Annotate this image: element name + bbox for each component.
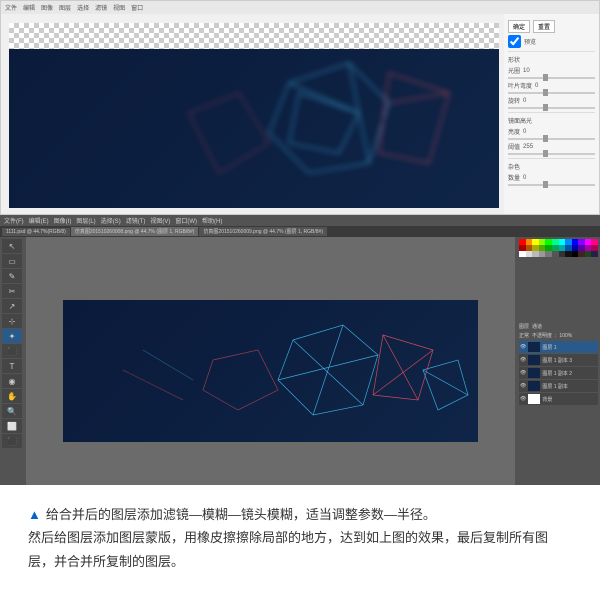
type-tool[interactable]: T [2,359,22,373]
rotation-slider[interactable] [508,107,595,109]
brush-tool[interactable]: ✦ [2,329,22,343]
brightness-value: 0 [523,129,526,135]
rotation-label: 旋转 [508,96,520,105]
channels-tab[interactable]: 通道 [532,323,542,330]
stamp-tool[interactable]: ⬛ [2,344,22,358]
menu-select[interactable]: 选择 [77,3,89,12]
menu-image[interactable]: 图像 [41,3,53,12]
menu-filter[interactable]: 滤镜 [95,3,107,12]
ps-edit[interactable]: 编辑(E) [29,216,49,225]
tools-palette: ↖ ▭ ✎ ✂ ↗ ⊹ ✦ ⬛ T ◉ ✋ 🔍 ⬜ ⬛ [0,237,24,485]
threshold-slider[interactable] [508,153,595,155]
ps-layer[interactable]: 图层(L) [76,216,95,225]
brightness-label: 亮度 [508,127,520,136]
ps-filter[interactable]: 滤镜(T) [126,216,146,225]
crop-tool[interactable]: ✂ [2,284,22,298]
amount-value: 0 [523,175,526,181]
brightness-slider[interactable] [508,138,595,140]
blade-value: 0 [535,83,538,89]
layer-name: 背景 [542,396,552,403]
layer-row[interactable]: 👁图层 1 副本 [519,380,598,392]
ps-window[interactable]: 窗口(W) [175,216,197,225]
tutorial-caption: ▲ 给合并后的图层添加滤镜—模糊—镜头模糊，适当调整参数—半径。 然后给图层添加图… [0,485,600,591]
layers-panel: 图层 通道 正常 不透明度:100% 👁图层 1 👁图层 1 副本 3 👁图层 … [519,323,598,405]
caption-line1: 给合并后的图层添加滤镜—模糊—镜头模糊，适当调整参数—半径。 [46,507,436,522]
color-swatches[interactable] [519,239,598,257]
amount-slider[interactable] [508,184,595,186]
menu-layer[interactable]: 图层 [59,3,71,12]
caption-line2: 然后给图层添加图层蒙版，用橡皮擦擦除局部的地方，达到如上图的效果，最后复制所有图… [28,526,572,573]
blade-label: 叶片弯度 [508,81,532,90]
menu-file[interactable]: 文件 [5,3,17,12]
ps-view[interactable]: 视图(V) [150,216,170,225]
bg-color[interactable]: ⬛ [2,434,22,448]
source-label: 光圈 [508,66,520,75]
tab-doc1[interactable]: 1111.psd @ 44.7%(RGB/8) [2,228,70,236]
amount-label: 数量 [508,173,520,182]
hand-tool[interactable]: ✋ [2,389,22,403]
layer-name: 图层 1 副本 3 [542,357,572,364]
threshold-value: 255 [523,144,533,150]
menu-view[interactable]: 视图 [113,3,125,12]
menu-edit[interactable]: 编辑 [23,3,35,12]
shape-label: 形状 [508,55,520,64]
eyedropper-tool[interactable]: ↗ [2,299,22,313]
marquee-tool[interactable]: ▭ [2,254,22,268]
photoshop-window: 文件(F) 编辑(E) 图像(I) 图层(L) 选择(S) 滤镜(T) 视图(V… [0,215,600,485]
ps-image[interactable]: 图像(I) [54,216,72,225]
layer-row[interactable]: 👁图层 1 副本 2 [519,367,598,379]
ps-file[interactable]: 文件(F) [4,216,24,225]
specular-label: 镜面高光 [508,116,532,125]
ps-right-panels: 图层 通道 正常 不透明度:100% 👁图层 1 👁图层 1 副本 3 👁图层 … [517,237,600,485]
radius-value: 10 [523,68,530,74]
healing-tool[interactable]: ⊹ [2,314,22,328]
layer-row[interactable]: 👁背景 [519,393,598,405]
blend-mode[interactable]: 正常 [519,332,529,339]
shape-tool[interactable]: ◉ [2,374,22,388]
zoom-tool[interactable]: 🔍 [2,404,22,418]
layer-name: 图层 1 副本 [542,383,568,390]
lasso-tool[interactable]: ✎ [2,269,22,283]
ps-workspace [26,237,515,485]
opacity-label: 不透明度 [532,332,552,339]
layer-row[interactable]: 👁图层 1 [519,341,598,353]
layer-name: 图层 1 副本 2 [542,370,572,377]
layer-row[interactable]: 👁图层 1 副本 3 [519,354,598,366]
menubar-ps: 文件(F) 编辑(E) 图像(I) 图层(L) 选择(S) 滤镜(T) 视图(V… [0,215,600,226]
geometric-artwork-blurred [9,23,499,208]
ps-select[interactable]: 选择(S) [101,216,121,225]
caption-marker-icon: ▲ [28,507,41,522]
tab-doc2[interactable]: 仿真图201510260008.png @ 44.7% (图层 1, RGB/8… [71,227,199,236]
move-tool[interactable]: ↖ [2,239,22,253]
geometric-artwork-sharp [63,300,478,442]
fg-color[interactable]: ⬜ [2,419,22,433]
reset-button[interactable]: 重置 [533,20,555,33]
rotation-value: 0 [523,98,526,104]
layer-name: 图层 1 [542,344,556,351]
threshold-label: 阈值 [508,142,520,151]
blur-preview-canvas [9,23,499,208]
tab-doc3[interactable]: 仿真图201510260009.png @ 44.7% (图层 1, RGB/8… [199,227,327,236]
document-canvas[interactable] [63,300,478,442]
lens-blur-dialog: 文件 编辑 图像 图层 选择 滤镜 视图 窗口 [0,0,600,215]
opacity-value[interactable]: 100% [559,333,572,339]
preview-label: 预览 [524,37,536,46]
menubar-top: 文件 编辑 图像 图层 选择 滤镜 视图 窗口 [1,1,599,14]
blade-slider[interactable] [508,92,595,94]
ps-help[interactable]: 帮助(H) [202,216,222,225]
ok-button[interactable]: 确定 [508,20,530,33]
layers-tab[interactable]: 图层 [519,323,529,330]
lens-blur-props: 确定重置 预览 形状 光圈10 叶片弯度0 旋转0 镜面高光 亮度0 阈值255… [504,14,599,214]
noise-label: 杂色 [508,162,520,171]
menu-window[interactable]: 窗口 [131,3,143,12]
radius-slider[interactable] [508,77,595,79]
preview-checkbox[interactable] [508,35,521,48]
document-tabs: 1111.psd @ 44.7%(RGB/8) 仿真图201510260008.… [0,226,600,237]
